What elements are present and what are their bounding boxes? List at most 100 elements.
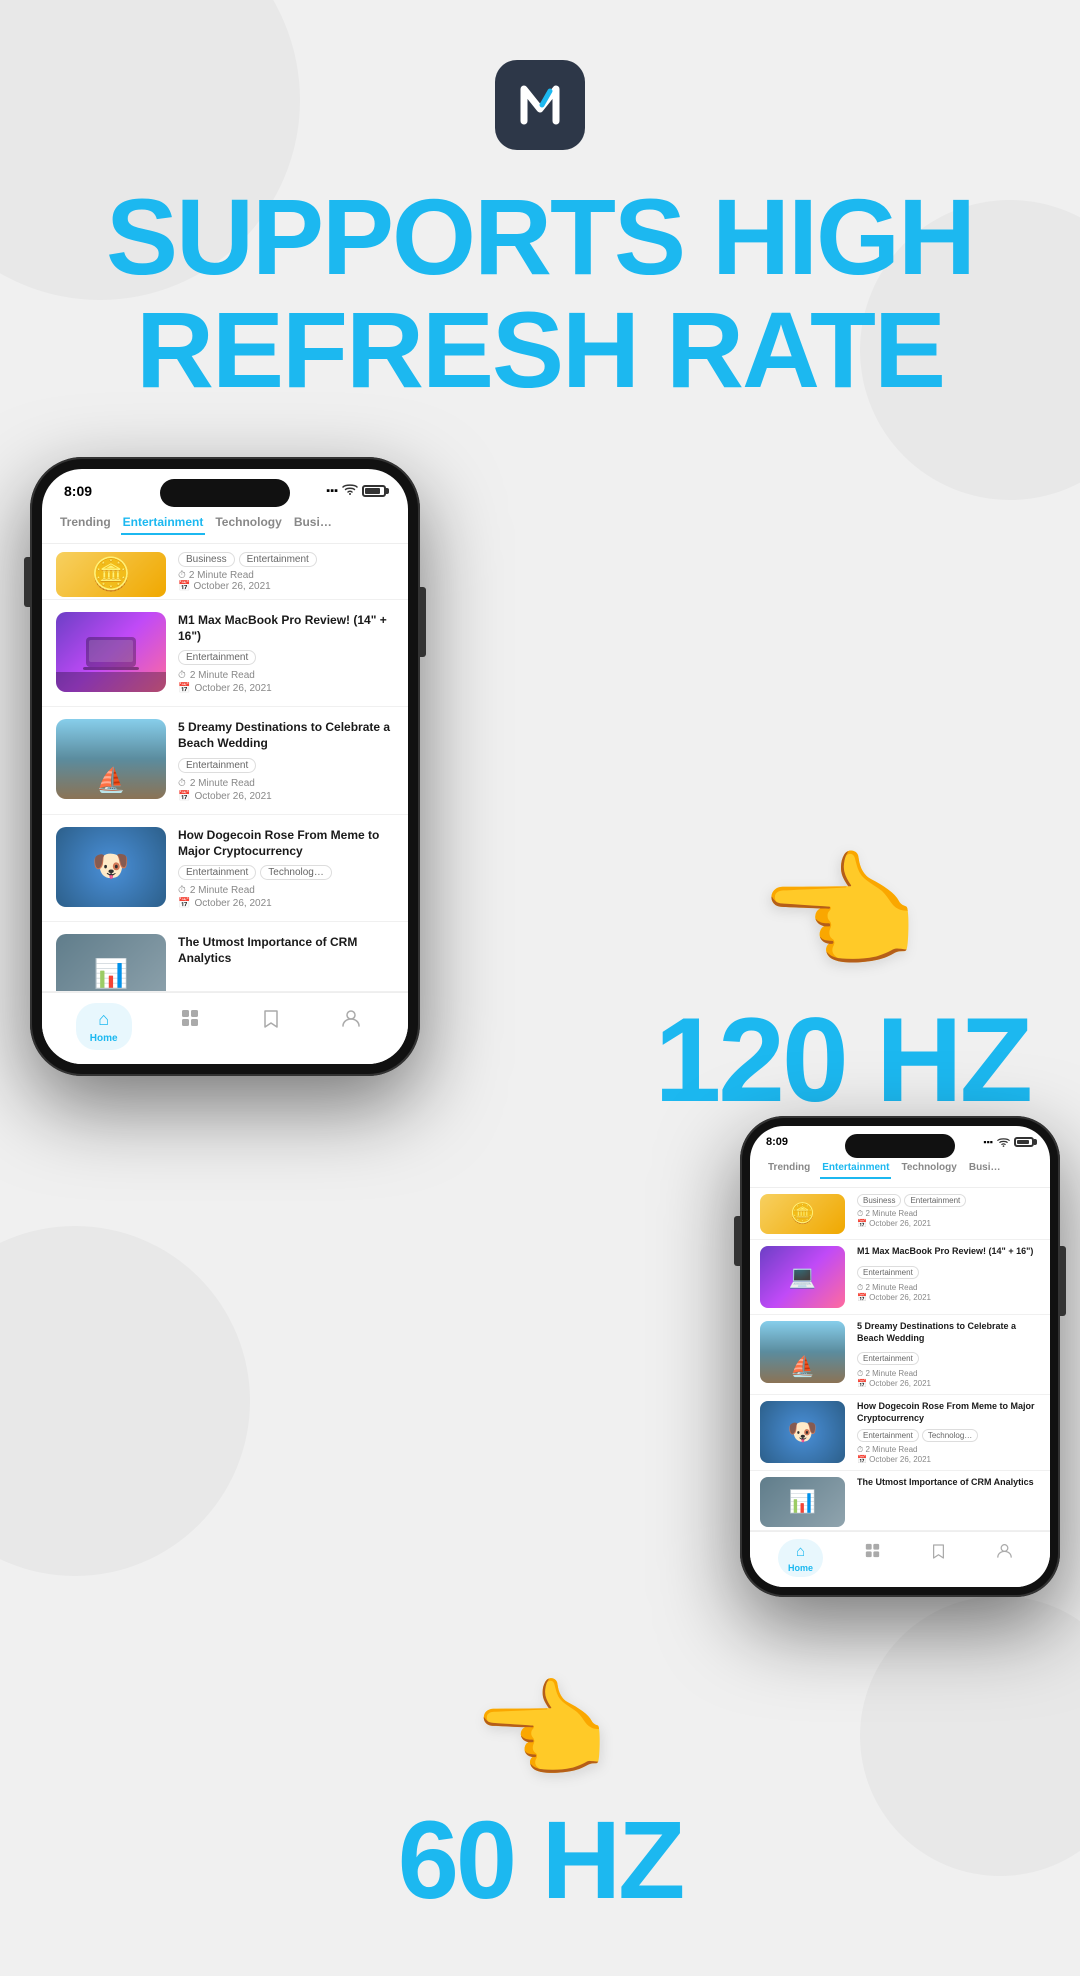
phone-large-notch: [160, 479, 290, 507]
tab-trending-small[interactable]: Trending: [766, 1158, 812, 1179]
article-card-1-large[interactable]: 🪙 Business Entertainment ⏱2 Minute Read: [42, 544, 408, 600]
grid-icon-small: [865, 1543, 880, 1560]
tab-technology-large[interactable]: Technology: [213, 511, 283, 535]
phone-small-screen: 8:09 ▪▪▪ Trending Entertainment Technolo…: [750, 1126, 1050, 1587]
article-thumb-4-small: 🐶: [760, 1401, 845, 1463]
phone-small-container: 8:09 ▪▪▪ Trending Entertainment Technolo…: [0, 996, 1080, 1597]
date-2: 📅October 26, 2021: [178, 683, 394, 694]
read-time-4: ⏱2 Minute Read: [178, 885, 394, 896]
phone-large-screen: 8:09 ▪▪▪ Trending Entertainment: [42, 469, 408, 1064]
tag-entertainment-3: Entertainment: [178, 758, 256, 773]
battery-icon-small: [1014, 1137, 1034, 1147]
article-card-4-large[interactable]: 🐶 How Dogecoin Rose From Meme to Major C…: [42, 815, 408, 922]
status-time-large: 8:09: [64, 483, 92, 499]
logo-container: [0, 0, 1080, 150]
date-3: 📅October 26, 2021: [178, 791, 394, 802]
tab-entertainment-large[interactable]: Entertainment: [121, 511, 206, 535]
tab-trending-large[interactable]: Trending: [58, 511, 113, 535]
article-title-4-small: How Dogecoin Rose From Meme to Major Cry…: [857, 1401, 1040, 1424]
bottom-nav-small: ⌂ Home: [750, 1531, 1050, 1587]
tab-technology-small[interactable]: Technology: [899, 1158, 958, 1179]
article-title-3-large: 5 Dreamy Destinations to Celebrate a Bea…: [178, 719, 394, 751]
signal-icon: ▪▪▪: [326, 485, 338, 497]
headline-section: SUPPORTS HIGH REFRESH RATE: [0, 150, 1080, 407]
phone-small-outer: 8:09 ▪▪▪ Trending Entertainment Technolo…: [740, 1116, 1060, 1597]
bottom-hz-section: 👈 60 HZ: [0, 1627, 1080, 1976]
article-list-small: 🪙 Business Entertainment ⏱ 2 Minute Read…: [750, 1188, 1050, 1531]
tag-e-4-small: Entertainment: [857, 1429, 919, 1442]
article-thumb-5-large: 📊: [56, 934, 166, 992]
phones-section: 8:09 ▪▪▪ Trending Entertainment: [0, 407, 1080, 1076]
pointing-hand-right-icon: 👉: [761, 837, 923, 990]
article-thumb-3-small: ⛵: [760, 1321, 845, 1383]
date-4: 📅October 26, 2021: [178, 898, 394, 909]
bookmark-icon-small: [932, 1543, 945, 1562]
tag-entertainment-4: Entertainment: [178, 865, 256, 880]
tab-business-small[interactable]: Busi…: [967, 1158, 1003, 1179]
article-content-4-large: How Dogecoin Rose From Meme to Major Cry…: [178, 827, 394, 909]
article-card-4-small[interactable]: 🐶 How Dogecoin Rose From Meme to Major C…: [750, 1395, 1050, 1470]
article-card-2-small[interactable]: 💻 M1 Max MacBook Pro Review! (14" + 16")…: [750, 1240, 1050, 1315]
bottom-nav-grid-small[interactable]: [855, 1539, 890, 1577]
profile-icon-small: [997, 1543, 1012, 1560]
article-thumb-5-small: 📊: [760, 1477, 845, 1527]
article-content-2-large: M1 Max MacBook Pro Review! (14" + 16") E…: [178, 612, 394, 694]
article-card-5-large[interactable]: 📊 The Utmost Importance of CRM Analytics: [42, 922, 408, 992]
article-list-large: 🪙 Business Entertainment ⏱2 Minute Read: [42, 544, 408, 992]
tag-entertainment-1: Entertainment: [239, 552, 317, 567]
article-title-4-large: How Dogecoin Rose From Meme to Major Cry…: [178, 827, 394, 859]
article-card-3-small[interactable]: ⛵ 5 Dreamy Destinations to Celebrate a B…: [750, 1315, 1050, 1395]
tag-technology-4: Technolog…: [260, 865, 332, 880]
tab-business-large[interactable]: Busi…: [292, 511, 334, 535]
article-thumb-1-small: 🪙: [760, 1194, 845, 1234]
article-tags-4-large: Entertainment Technolog…: [178, 865, 394, 880]
phone-small: 8:09 ▪▪▪ Trending Entertainment Technolo…: [740, 1116, 1060, 1597]
tag-e-2-small: Entertainment: [857, 1266, 919, 1279]
article-thumb-1-large: 🪙: [56, 552, 166, 597]
read-time-3: ⏱2 Minute Read: [178, 778, 394, 789]
tag-t-4-small: Technolog…: [922, 1429, 978, 1442]
article-card-5-small[interactable]: 📊 The Utmost Importance of CRM Analytics: [750, 1471, 1050, 1531]
article-thumb-3-large: ⛵: [56, 719, 166, 799]
home-label-small: Home: [788, 1563, 813, 1573]
article-title-5-large: The Utmost Importance of CRM Analytics: [178, 934, 394, 966]
headline-line1: SUPPORTS HIGH: [60, 180, 1020, 293]
article-tags-2-large: Entertainment: [178, 650, 394, 665]
article-title-5-small: The Utmost Importance of CRM Analytics: [857, 1477, 1040, 1489]
tag-e-3-small: Entertainment: [857, 1352, 919, 1365]
wifi-icon: [342, 483, 358, 498]
article-thumb-2-small: 💻: [760, 1246, 845, 1308]
phone-small-notch: [845, 1134, 955, 1158]
article-thumb-2-large: [56, 612, 166, 692]
article-title-2-small: M1 Max MacBook Pro Review! (14" + 16"): [857, 1246, 1040, 1258]
article-title-2-large: M1 Max MacBook Pro Review! (14" + 16"): [178, 612, 394, 644]
pointing-hand-left-icon: 👈: [472, 1667, 609, 1796]
phone-large: 8:09 ▪▪▪ Trending Entertainment: [30, 457, 420, 1076]
tag-e-1-small: Entertainment: [904, 1194, 966, 1207]
article-card-1-small[interactable]: 🪙 Business Entertainment ⏱ 2 Minute Read…: [750, 1188, 1050, 1240]
bottom-nav-bookmark-small[interactable]: [922, 1539, 955, 1577]
article-card-2-large[interactable]: M1 Max MacBook Pro Review! (14" + 16") E…: [42, 600, 408, 707]
phone-large-outer: 8:09 ▪▪▪ Trending Entertainment: [30, 457, 420, 1076]
tag-entertainment-2: Entertainment: [178, 650, 256, 665]
status-icons-small: ▪▪▪: [983, 1137, 1034, 1147]
nav-tabs-large: Trending Entertainment Technology Busi…: [42, 505, 408, 544]
status-time-small: 8:09: [766, 1136, 788, 1148]
headline-line2: REFRESH RATE: [60, 293, 1020, 406]
read-time-2: ⏱2 Minute Read: [178, 670, 394, 681]
signal-icon-small: ▪▪▪: [983, 1137, 993, 1147]
article-card-3-large[interactable]: ⛵ 5 Dreamy Destinations to Celebrate a B…: [42, 707, 408, 814]
battery-icon: [362, 485, 386, 497]
hz-label-60: 60 HZ: [398, 1806, 683, 1916]
bottom-nav-home-small[interactable]: ⌂ Home: [778, 1539, 823, 1577]
status-icons-large: ▪▪▪: [326, 483, 386, 498]
tag-business-1: Business: [178, 552, 235, 567]
bottom-nav-profile-small[interactable]: [987, 1539, 1022, 1577]
article-thumb-4-large: 🐶: [56, 827, 166, 907]
article-meta-3-large: ⏱2 Minute Read 📅October 26, 2021: [178, 778, 394, 802]
wifi-icon-small: [997, 1137, 1010, 1147]
home-icon-small: ⌂: [796, 1543, 805, 1560]
article-tags-3-large: Entertainment: [178, 758, 394, 773]
article-content-3-large: 5 Dreamy Destinations to Celebrate a Bea…: [178, 719, 394, 801]
tab-entertainment-small[interactable]: Entertainment: [820, 1158, 891, 1179]
